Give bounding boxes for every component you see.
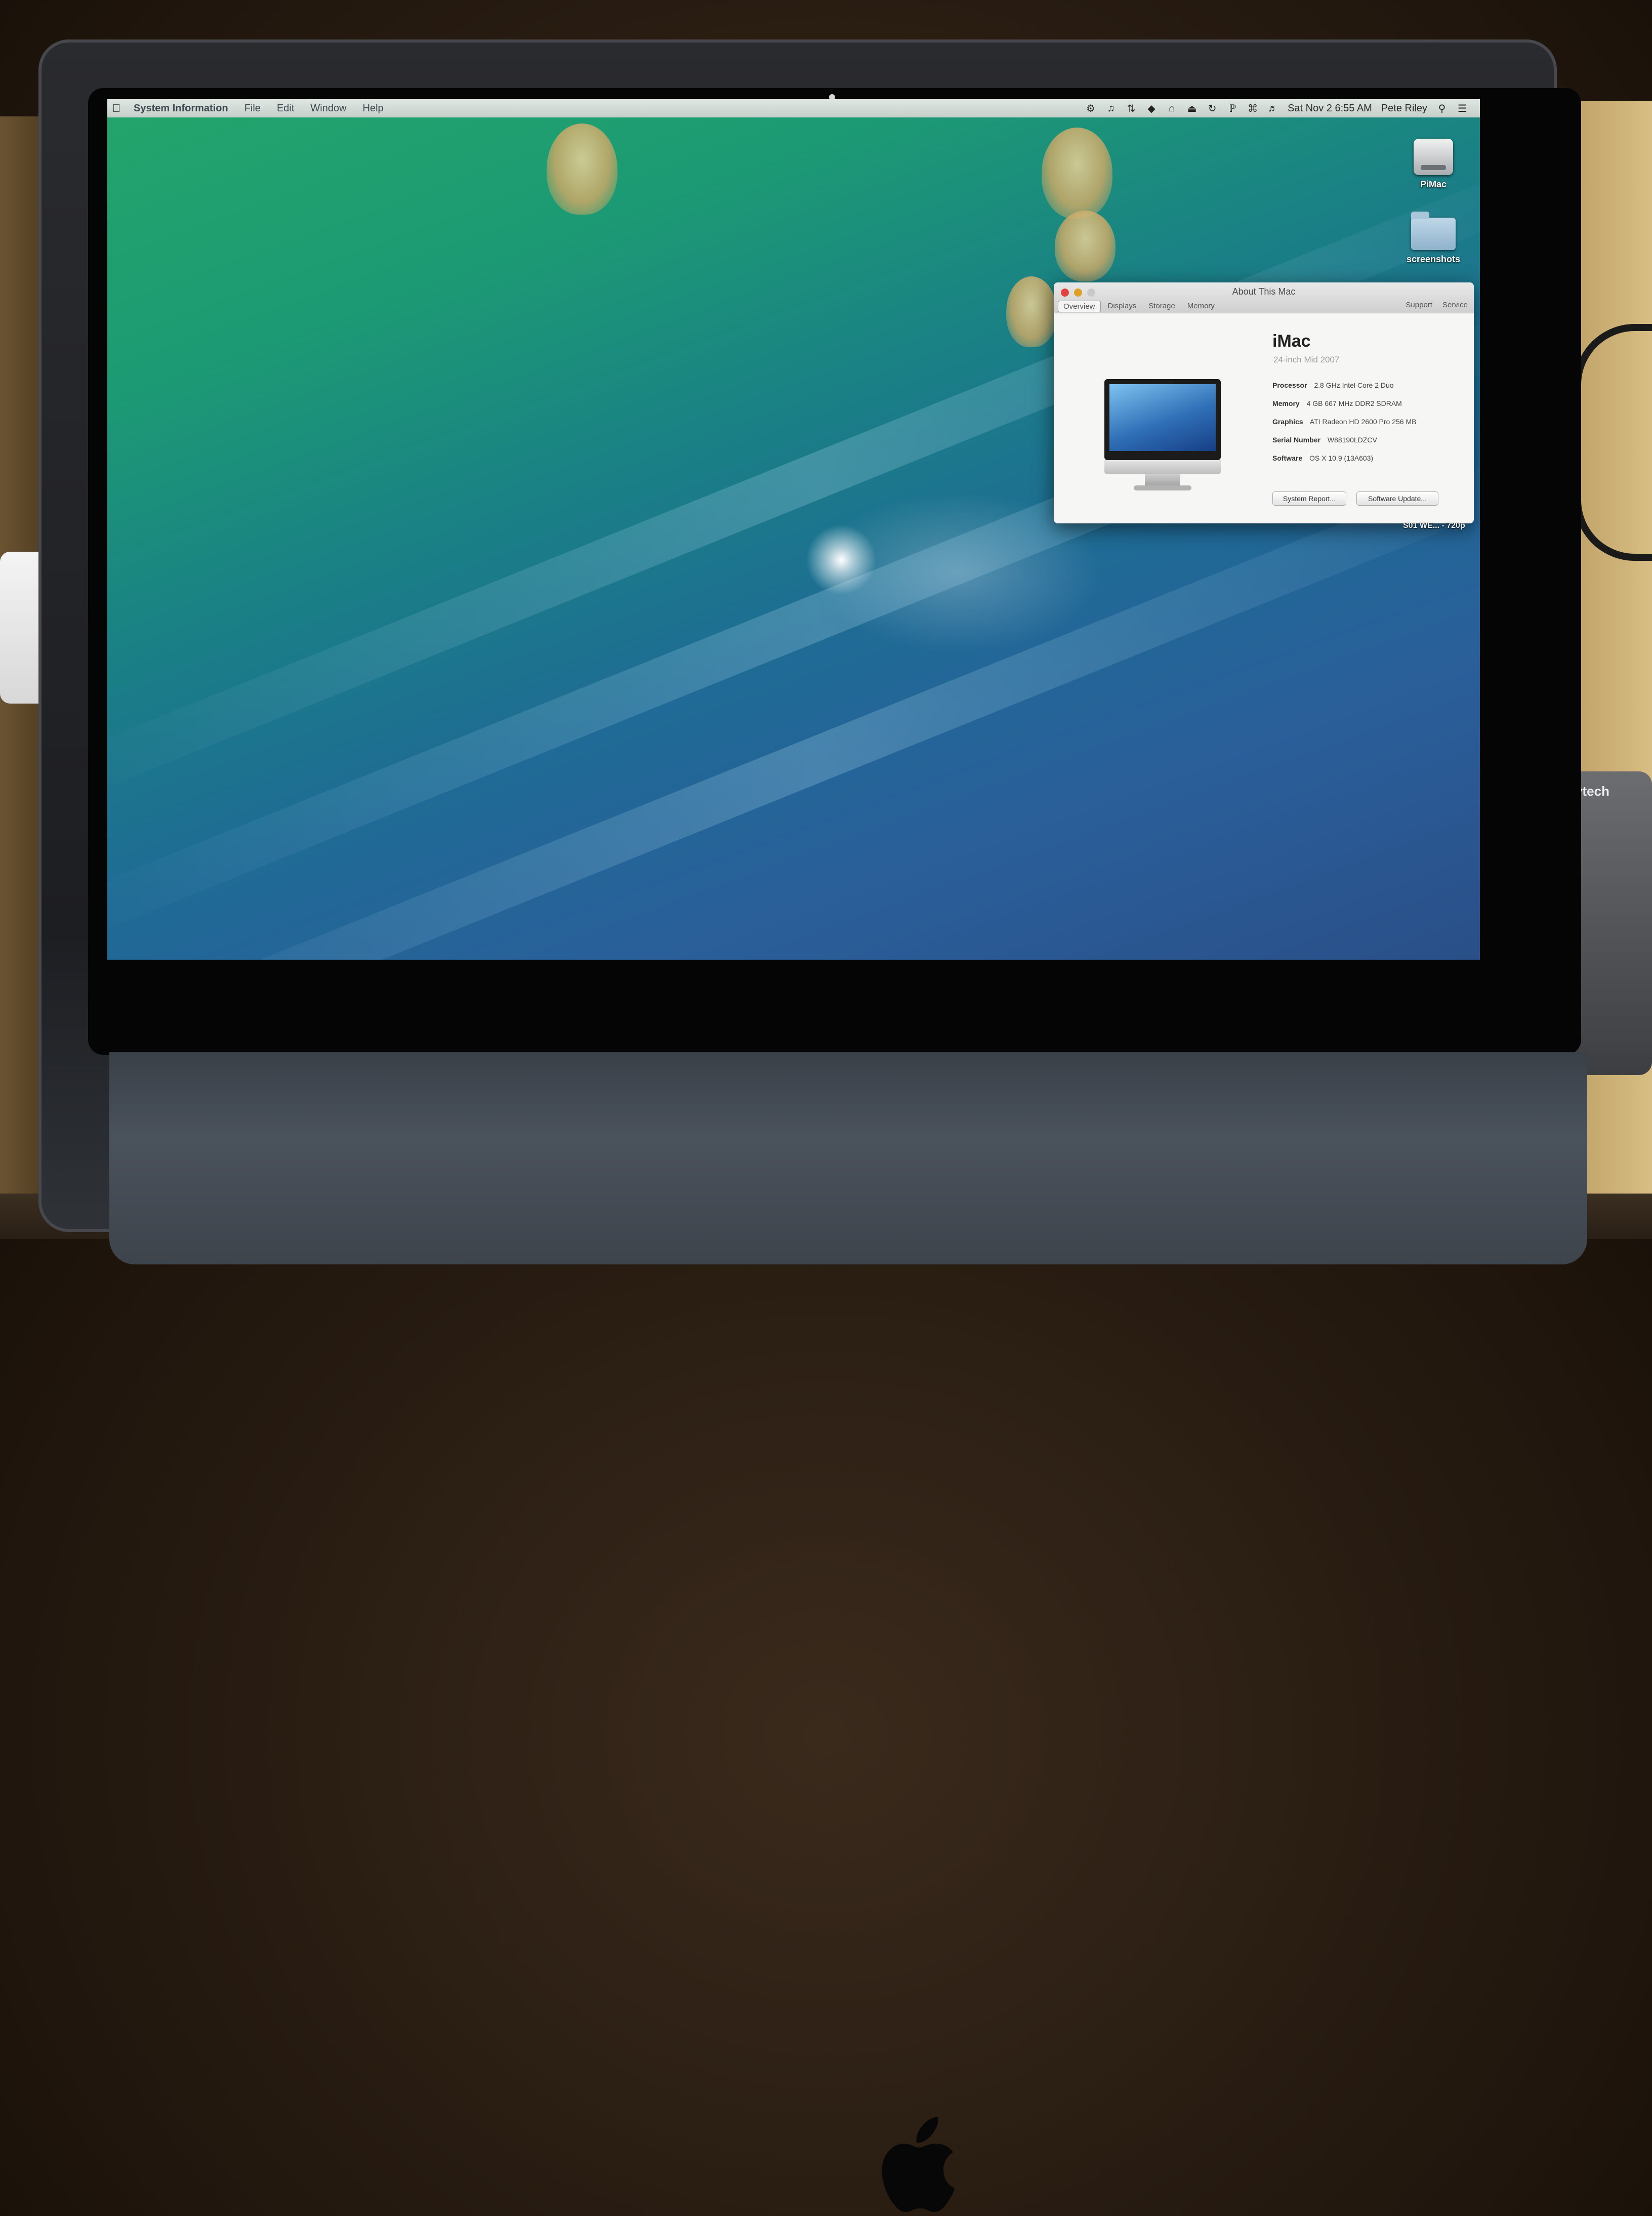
screen-glare — [806, 524, 877, 595]
spotlight-search-icon[interactable]: ⚲ — [1436, 103, 1448, 114]
spec-value: ATI Radeon HD 2600 Pro 256 MB — [1309, 418, 1417, 426]
lamp-reflection — [1006, 276, 1057, 347]
spec-value: 2.8 GHz Intel Core 2 Duo — [1314, 381, 1394, 389]
window-tabs: Overview Displays Storage Memory — [1058, 301, 1220, 312]
time-machine-icon[interactable]: ↻ — [1207, 103, 1218, 114]
tab-memory[interactable]: Memory — [1182, 301, 1220, 312]
imac-illustration-icon — [1104, 379, 1221, 490]
desktop-icon-label: PiMac — [1420, 179, 1447, 189]
support-link[interactable]: Support — [1406, 301, 1432, 309]
spec-key: Serial Number — [1272, 436, 1320, 444]
menu-help[interactable]: Help — [363, 103, 384, 114]
desktop-icon-screenshots[interactable]: screenshots — [1393, 212, 1474, 265]
headphones-icon[interactable]: ♫ — [1105, 103, 1117, 114]
spec-key: Graphics — [1272, 418, 1303, 426]
spec-row: Serial Number W88190LDZCV — [1272, 436, 1416, 454]
tab-storage[interactable]: Storage — [1143, 301, 1180, 312]
menu-window[interactable]: Window — [310, 103, 346, 114]
apple-menu-icon[interactable]:  — [107, 102, 126, 115]
apple-logo-icon — [882, 2117, 955, 2212]
menu-file[interactable]: File — [244, 103, 261, 114]
menu-bar:  System Information File Edit Window He… — [107, 99, 1480, 117]
spec-key: Processor — [1272, 381, 1307, 389]
desktop-caption: S01 WE... - 720p — [1403, 521, 1465, 530]
volume-icon[interactable]: ♬ — [1267, 103, 1278, 114]
headphones — [1574, 324, 1652, 561]
menubar-clock[interactable]: Sat Nov 2 6:55 AM — [1288, 103, 1372, 114]
transfer-icon[interactable]: ⇅ — [1126, 103, 1137, 114]
lamp-reflection — [547, 124, 617, 215]
spec-list: Processor 2.8 GHz Intel Core 2 Duo Memor… — [1272, 381, 1416, 472]
desktop-icon-label: screenshots — [1406, 254, 1461, 264]
dropbox-icon[interactable]: ◆ — [1146, 103, 1157, 114]
lamp-reflection — [1055, 211, 1116, 281]
menubar-user[interactable]: Pete Riley — [1381, 103, 1427, 114]
menu-extras: ⚙ ♫ ⇅ ◆ ⌂ ⏏ ↻ ℙ ⌘ ♬ Sat Nov 2 6:55 AM Pe… — [1085, 103, 1480, 114]
folder-icon — [1411, 212, 1456, 250]
tab-displays[interactable]: Displays — [1103, 301, 1142, 312]
spec-value: W88190LDZCV — [1327, 436, 1377, 444]
spec-row: Memory 4 GB 667 MHz DDR2 SDRAM — [1272, 399, 1416, 418]
spec-value: OS X 10.9 (13A603) — [1309, 454, 1374, 462]
tab-overview[interactable]: Overview — [1058, 301, 1101, 312]
spec-row: Graphics ATI Radeon HD 2600 Pro 256 MB — [1272, 418, 1416, 436]
bluetooth-icon[interactable]: ℙ — [1227, 103, 1238, 114]
window-title: About This Mac — [1232, 286, 1296, 297]
spec-key: Software — [1272, 454, 1303, 462]
desktop-screen:  System Information File Edit Window He… — [107, 99, 1480, 960]
hard-drive-icon — [1414, 139, 1453, 175]
spec-row: Software OS X 10.9 (13A603) — [1272, 454, 1416, 472]
lamp-reflection — [1042, 128, 1112, 219]
system-report-button[interactable]: System Report... — [1272, 491, 1346, 506]
window-titlebar[interactable]: About This Mac Overview Displays Storage… — [1054, 282, 1474, 313]
spec-row: Processor 2.8 GHz Intel Core 2 Duo — [1272, 381, 1416, 399]
window-links: Support Service — [1406, 301, 1468, 309]
model-name: iMac — [1272, 332, 1311, 351]
imac-chin — [109, 1052, 1587, 2212]
spec-key: Memory — [1272, 399, 1300, 407]
desktop-icon-pimac[interactable]: PiMac — [1393, 139, 1474, 190]
service-link[interactable]: Service — [1442, 301, 1468, 309]
home-icon[interactable]: ⌂ — [1166, 103, 1177, 114]
model-subtitle: 24-inch Mid 2007 — [1273, 355, 1340, 364]
about-this-mac-window: About This Mac Overview Displays Storage… — [1054, 282, 1474, 523]
spec-value: 4 GB 667 MHz DDR2 SDRAM — [1306, 399, 1402, 407]
eject-icon[interactable]: ⏏ — [1186, 103, 1197, 114]
wifi-icon[interactable]: ⌘ — [1247, 103, 1258, 114]
menu-app-name[interactable]: System Information — [134, 103, 228, 114]
sync-icon[interactable]: ⚙ — [1085, 103, 1096, 114]
window-body: iMac 24-inch Mid 2007 Processor 2.8 GHz … — [1054, 313, 1474, 523]
software-update-button[interactable]: Software Update... — [1356, 491, 1438, 506]
notification-center-icon[interactable]: ☰ — [1457, 103, 1468, 114]
menu-edit[interactable]: Edit — [277, 103, 294, 114]
